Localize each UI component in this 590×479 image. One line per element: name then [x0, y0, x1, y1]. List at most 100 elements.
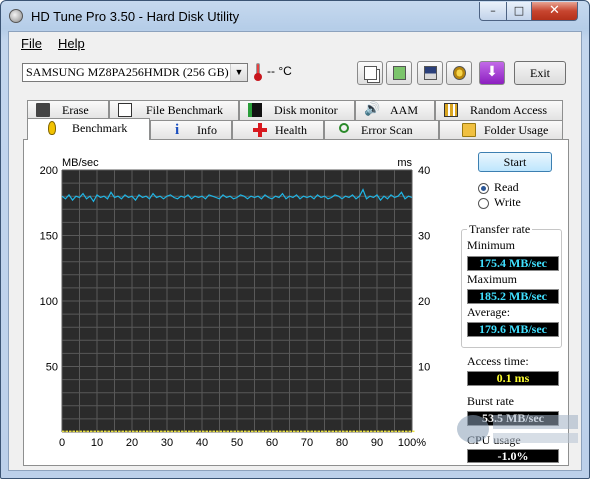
cpu-usage-value: -1.0% — [467, 449, 559, 463]
thermometer-icon — [254, 63, 262, 81]
tab-file-benchmark-label: File Benchmark — [146, 103, 223, 117]
exit-button[interactable]: Exit — [514, 61, 566, 85]
tab-info[interactable]: i Info — [150, 120, 232, 140]
tab-file-benchmark[interactable]: File Benchmark — [109, 100, 239, 120]
minimize-icon: – — [490, 4, 496, 17]
copy-icon — [364, 66, 377, 80]
client-area: File Help SAMSUNG MZ8PA256HMDR (256 GB) … — [8, 31, 582, 471]
menu-bar: File Help — [9, 32, 581, 54]
tab-health[interactable]: Health — [232, 120, 324, 140]
access-time-value: 0.1 ms — [467, 371, 559, 386]
random-access-icon — [444, 103, 458, 117]
start-button[interactable]: Start — [478, 152, 552, 172]
read-radio[interactable] — [478, 183, 489, 194]
watermark-logo — [457, 415, 578, 443]
maximize-button[interactable]: □ — [506, 2, 532, 21]
write-radio[interactable] — [478, 198, 489, 209]
trash-icon — [36, 103, 50, 117]
close-button[interactable]: ✕ — [531, 2, 578, 21]
chevron-down-icon[interactable]: ▼ — [230, 64, 247, 81]
chart-y-axis-label-right: ms — [397, 157, 412, 169]
tab-disk-monitor[interactable]: Disk monitor — [239, 100, 355, 120]
menu-file[interactable]: File — [21, 36, 42, 51]
maximum-value: 185.2 MB/sec — [467, 289, 559, 304]
tab-erase-label: Erase — [62, 103, 89, 117]
chart-y-tick-right: 20 — [418, 296, 430, 308]
tab-erase[interactable]: Erase — [27, 100, 109, 120]
chart-y-ticks-right: 40 30 20 10 — [418, 165, 430, 374]
tab-benchmark[interactable]: Benchmark — [27, 118, 150, 140]
folder-icon — [462, 123, 476, 137]
chart-x-tick: 40 — [196, 437, 208, 449]
average-value: 179.6 MB/sec — [467, 322, 559, 337]
health-cross-icon — [253, 123, 267, 137]
gears-icon — [453, 66, 466, 80]
tab-error-scan[interactable]: Error Scan — [324, 120, 439, 140]
app-window: HD Tune Pro 3.50 - Hard Disk Utility – □… — [0, 0, 590, 479]
chart-y-tick-right: 10 — [418, 362, 430, 374]
transfer-rate-chart: 200 150 100 50 40 30 20 10 0 10 20 30 40 50 60 70 80 90… — [40, 157, 431, 449]
tab-folder-usage-label: Folder Usage — [484, 123, 549, 137]
write-radio-label: Write — [494, 195, 521, 209]
tab-disk-monitor-label: Disk monitor — [274, 103, 338, 117]
title-bar[interactable]: HD Tune Pro 3.50 - Hard Disk Utility – □… — [1, 1, 589, 31]
chart-y-tick-left: 100 — [40, 296, 58, 308]
copy-text-button[interactable] — [357, 61, 383, 85]
app-icon — [9, 9, 23, 23]
speaker-icon: 🔊 — [364, 102, 381, 117]
monitor-icon — [248, 103, 262, 117]
menu-help[interactable]: Help — [58, 36, 85, 51]
chart-x-tick: 80 — [336, 437, 348, 449]
maximize-icon: □ — [513, 4, 525, 17]
window-title: HD Tune Pro 3.50 - Hard Disk Utility — [31, 9, 240, 24]
chart-y-ticks-left: 200 150 100 50 — [40, 165, 58, 374]
chart-x-tick: 60 — [266, 437, 278, 449]
chart-y-tick-left: 200 — [40, 165, 58, 177]
chart-x-tick: 20 — [126, 437, 138, 449]
tab-health-label: Health — [275, 123, 307, 137]
floppy-disk-icon — [424, 66, 437, 80]
tab-aam-label: AAM — [390, 103, 419, 117]
options-button[interactable] — [446, 61, 472, 85]
minimum-value: 175.4 MB/sec — [467, 256, 559, 271]
tab-aam[interactable]: 🔊 AAM — [355, 100, 435, 120]
chart-x-ticks: 0 10 20 30 40 50 60 70 80 90 100% — [59, 437, 426, 449]
tab-random-access[interactable]: Random Access — [435, 100, 563, 120]
copy-screenshot-button[interactable] — [386, 61, 412, 85]
down-arrow-icon: ⬇ — [486, 64, 498, 80]
chart-x-tick: 0 — [59, 437, 65, 449]
temperature-readout: -- °C — [267, 64, 292, 78]
chart-y-tick-right: 30 — [418, 231, 430, 243]
tab-error-scan-label: Error Scan — [361, 123, 413, 137]
chart-x-tick: 90 — [371, 437, 383, 449]
chart-x-tick: 30 — [161, 437, 173, 449]
file-benchmark-icon — [118, 103, 132, 117]
chart-x-tick: 50 — [231, 437, 243, 449]
info-icon: i — [175, 122, 180, 138]
benchmark-icon — [48, 121, 56, 135]
minimize-button[interactable]: – — [479, 2, 507, 21]
chart-y-tick-right: 40 — [418, 165, 430, 177]
toolbar: SAMSUNG MZ8PA256HMDR (256 GB) ▼ -- °C ⬇ … — [9, 54, 581, 92]
save-button[interactable] — [417, 61, 443, 85]
tab-folder-usage[interactable]: Folder Usage — [439, 120, 563, 140]
chart-x-tick: 100% — [398, 437, 426, 449]
burst-rate-label: Burst rate — [467, 394, 514, 408]
average-label: Average: — [467, 305, 511, 319]
drive-select[interactable]: SAMSUNG MZ8PA256HMDR (256 GB) ▼ — [22, 63, 248, 82]
chart-y-tick-left: 50 — [46, 362, 58, 374]
maximum-label: Maximum — [467, 272, 517, 286]
chart-y-axis-label-left: MB/sec — [62, 157, 99, 169]
menu-help-label: Help — [58, 36, 85, 51]
tab-random-access-label: Random Access — [470, 103, 547, 117]
read-radio-label: Read — [494, 180, 519, 194]
chart-y-tick-left: 150 — [40, 231, 58, 243]
tab-info-label: Info — [197, 123, 217, 137]
close-icon: ✕ — [549, 3, 560, 18]
drive-select-value: SAMSUNG MZ8PA256HMDR (256 GB) — [26, 65, 229, 79]
chart-grid — [61, 169, 413, 433]
menu-file-label: File — [21, 36, 42, 51]
transfer-rate-title: Transfer rate — [467, 222, 533, 237]
copy-image-icon — [393, 66, 406, 80]
download-button[interactable]: ⬇ — [479, 61, 505, 85]
